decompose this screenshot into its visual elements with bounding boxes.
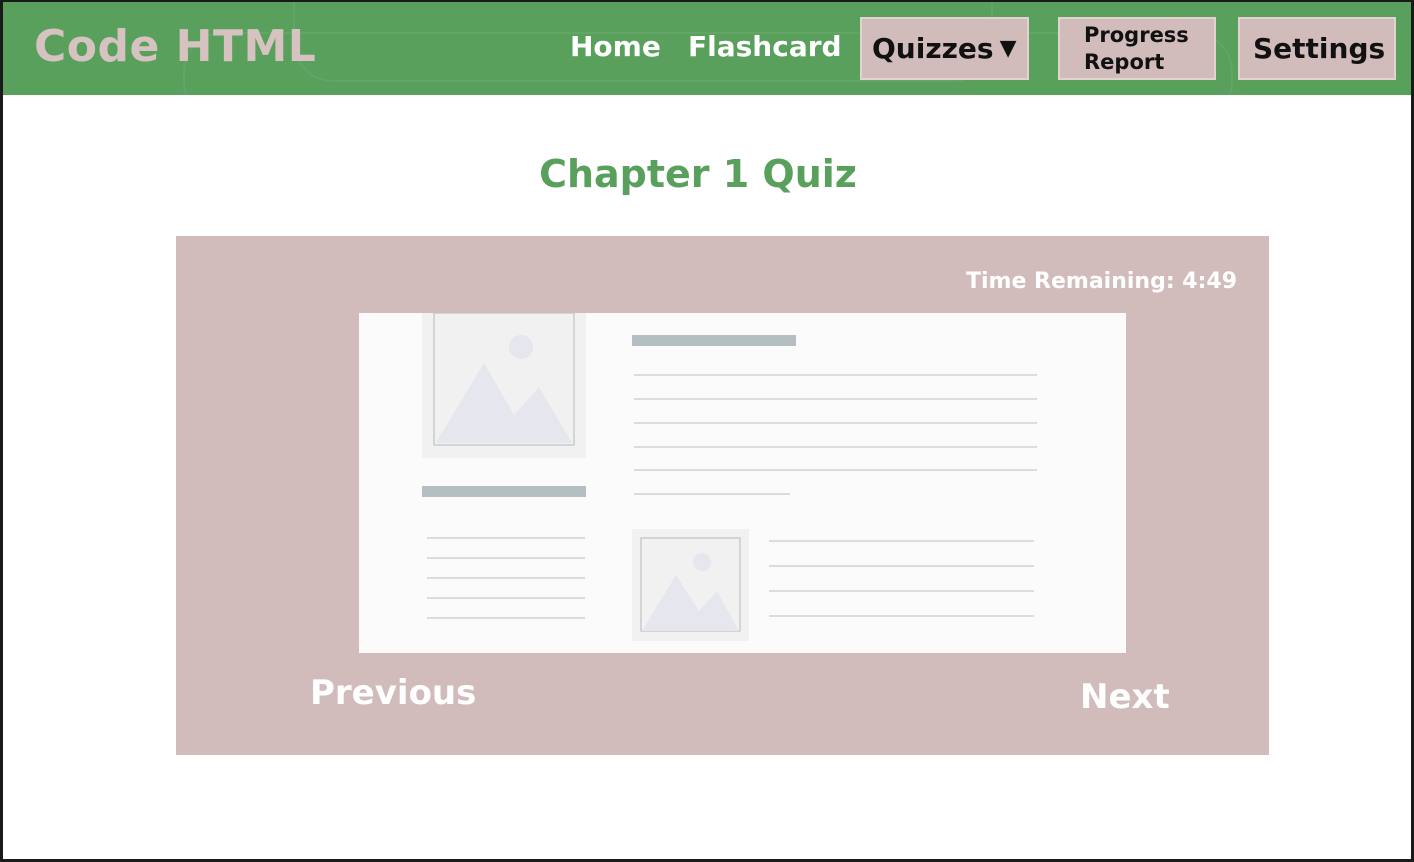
next-button[interactable]: Next <box>1080 677 1170 717</box>
nav-progress-label-line1: Progress <box>1084 22 1189 47</box>
content-wireframe <box>422 313 1037 641</box>
nav-quizzes-dropdown[interactable]: Quizzes ▼ <box>860 17 1029 80</box>
nav-flashcard-link[interactable]: Flashcard <box>688 30 842 63</box>
dropdown-caret-icon: ▼ <box>999 36 1017 61</box>
time-remaining-label: Time Remaining: 4:49 <box>965 269 1237 294</box>
previous-button[interactable]: Previous <box>310 673 476 713</box>
page-title: Chapter 1 Quiz <box>539 152 857 196</box>
quiz-panel: Time Remaining: 4:49 Previous Next <box>176 236 1269 755</box>
nav-home-link[interactable]: Home <box>570 30 661 63</box>
nav-settings-button[interactable]: Settings <box>1238 17 1396 80</box>
quiz-content-placeholder <box>359 313 1126 653</box>
nav-progress-label-line2: Report <box>1084 49 1165 74</box>
top-navbar: Code HTML Home Flashcard Quizzes ▼ Progr… <box>3 2 1411 95</box>
image-placeholder-icon <box>422 313 586 458</box>
nav-quizzes-label: Quizzes <box>872 32 994 65</box>
image-placeholder-icon <box>632 529 749 641</box>
brand-logo-text[interactable]: Code HTML <box>34 21 316 72</box>
nav-progress-report-button[interactable]: Progress Report <box>1058 17 1216 80</box>
